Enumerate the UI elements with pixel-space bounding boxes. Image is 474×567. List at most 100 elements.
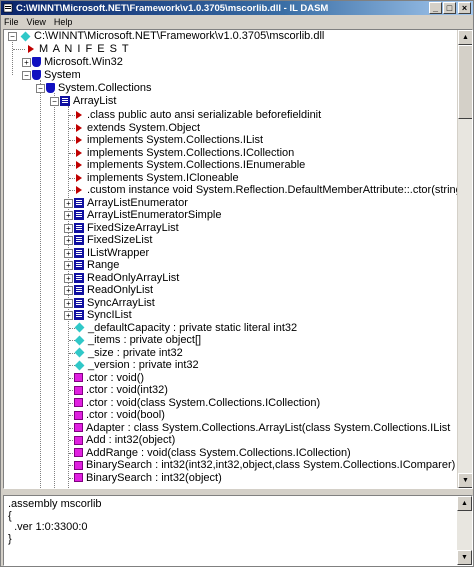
tree-node-method[interactable]: .ctor : void(int32)	[74, 384, 168, 397]
tree-node-class-info[interactable]: extends System.Object	[74, 122, 200, 135]
tree-node-method[interactable]: BinarySearch : int32(int32,int32,object,…	[74, 459, 455, 472]
tree-node-method[interactable]: .ctor : void()	[74, 372, 144, 385]
collapse-toggle[interactable]: −	[22, 71, 31, 80]
tree-node-label: _version : private int32	[88, 359, 199, 372]
class-icon	[74, 210, 84, 221]
maximize-button[interactable]: □	[443, 2, 456, 14]
info-scroll-down-button[interactable]: ▼	[457, 550, 472, 565]
tree-node-nested-class[interactable]: FixedSizeList	[74, 234, 152, 247]
expand-toggle[interactable]: +	[64, 198, 73, 208]
method-icon	[74, 385, 83, 395]
info-vertical-scrollbar[interactable]: ▲ ▼	[457, 496, 472, 565]
tree-node-class-info[interactable]: implements System.Collections.IList	[74, 134, 263, 147]
collapse-toggle[interactable]: −	[8, 32, 17, 41]
tree-node-nested-class[interactable]: SyncIList	[74, 309, 132, 322]
info-line: .ver 1:0:3300:0	[8, 521, 88, 533]
collapse-toggle[interactable]: −	[36, 84, 45, 93]
expand-toggle[interactable]: +	[64, 223, 73, 233]
tree-node-nested-class[interactable]: ReadOnlyList	[74, 284, 153, 297]
window-title: C:\WINNT\Microsoft.NET\Framework\v1.0.37…	[16, 2, 329, 14]
method-icon	[74, 435, 83, 445]
tree-node-microsoft-win32[interactable]: Microsoft.Win32	[32, 56, 123, 69]
tree-node-class-info[interactable]: implements System.Collections.ICollectio…	[74, 147, 294, 160]
manifest-icon	[28, 45, 34, 54]
tree-node-class-info[interactable]: .custom instance void System.Reflection.…	[74, 184, 458, 197]
tree-line	[54, 93, 55, 488]
tree-vertical-scrollbar[interactable]: ▲ ▼	[457, 30, 472, 488]
expand-toggle[interactable]: +	[64, 236, 73, 245]
info-pane[interactable]: .assembly mscorlib{ .ver 1:0:3300:0} ▲ ▼	[3, 495, 473, 566]
menu-file[interactable]: File	[4, 17, 19, 27]
tree-node-field[interactable]: _size : private int32	[74, 347, 183, 360]
tree-node-label: _items : private object[]	[88, 334, 202, 347]
tree-node-method[interactable]: Adapter : class System.Collections.Array…	[74, 422, 450, 435]
tree-node-system-collections[interactable]: System.Collections	[46, 82, 152, 95]
tree-line	[68, 106, 69, 488]
field-icon	[74, 347, 85, 358]
tree-node-label: extends System.Object	[87, 121, 201, 134]
tree-node-nested-class[interactable]: SyncArrayList	[74, 297, 155, 310]
expand-toggle[interactable]: +	[22, 58, 31, 67]
tree-node-nested-class[interactable]: ArrayListEnumerator	[74, 197, 188, 210]
app-icon	[3, 3, 13, 13]
tree-content: − C:\WINNT\Microsoft.NET\Framework\v1.0.…	[4, 30, 458, 488]
info-line: .assembly mscorlib	[8, 498, 102, 510]
tree-node-nested-class[interactable]: FixedSizeArrayList	[74, 222, 179, 235]
expand-toggle[interactable]: +	[64, 273, 73, 283]
tree-node-nested-class[interactable]: ArrayListEnumeratorSimple	[74, 209, 222, 222]
tree-node-nested-class[interactable]: Range	[74, 259, 119, 272]
menu-view[interactable]: View	[27, 17, 46, 27]
namespace-icon	[32, 57, 41, 68]
expand-toggle[interactable]: +	[64, 286, 73, 295]
tree-node-method[interactable]: BinarySearch : int32(object)	[74, 472, 222, 485]
tree-node-root[interactable]: C:\WINNT\Microsoft.NET\Framework\v1.0.37…	[20, 30, 324, 43]
tree-node-method[interactable]: AddRange : void(class System.Collections…	[74, 447, 351, 460]
minimize-button[interactable]: _	[429, 2, 442, 14]
tree-node-label: implements System.Collections.IList	[87, 134, 264, 147]
method-icon	[74, 460, 83, 470]
close-button[interactable]: ×	[458, 2, 471, 14]
tree-node-label: Adapter : class System.Collections.Array…	[86, 421, 451, 434]
class-icon	[74, 197, 84, 208]
scroll-up-button[interactable]: ▲	[458, 30, 472, 45]
tree-node-method[interactable]: .ctor : void(bool)	[74, 409, 165, 422]
info-scroll-up-button[interactable]: ▲	[457, 496, 472, 511]
expand-toggle[interactable]: +	[64, 211, 73, 220]
tree-node-label: IListWrapper	[87, 246, 150, 259]
expand-toggle[interactable]: +	[64, 261, 73, 270]
expand-toggle[interactable]: +	[64, 298, 73, 308]
expand-toggle[interactable]: +	[64, 311, 73, 320]
tree-node-field[interactable]: _items : private object[]	[74, 334, 201, 347]
title-bar[interactable]: C:\WINNT\Microsoft.NET\Framework\v1.0.37…	[1, 1, 473, 15]
tree-node-field[interactable]: _version : private int32	[74, 359, 199, 372]
menu-bar: File View Help	[1, 15, 473, 28]
tree-node-nested-class[interactable]: IListWrapper	[74, 247, 149, 260]
tree-node-class-info[interactable]: implements System.Collections.IEnumerabl…	[74, 159, 305, 172]
tree-node-class-info[interactable]: implements System.ICloneable	[74, 172, 239, 185]
method-icon	[74, 373, 83, 383]
tree-view[interactable]: − C:\WINNT\Microsoft.NET\Framework\v1.0.…	[3, 29, 473, 489]
tree-node-field[interactable]: _defaultCapacity : private static litera…	[74, 322, 297, 335]
tree-node-method[interactable]: .ctor : void(class System.Collections.IC…	[74, 397, 320, 410]
tree-node-label: .ctor : void()	[86, 371, 145, 384]
tree-node-method[interactable]: Add : int32(object)	[74, 434, 175, 447]
collapse-toggle[interactable]: −	[50, 97, 59, 106]
ildasm-window: C:\WINNT\Microsoft.NET\Framework\v1.0.37…	[0, 0, 474, 567]
tree-node-manifest[interactable]: M A N I F E S T	[26, 43, 130, 56]
declaration-icon	[76, 123, 82, 132]
field-icon	[74, 360, 85, 371]
menu-help[interactable]: Help	[54, 17, 73, 27]
class-icon	[74, 260, 84, 271]
tree-line	[40, 80, 41, 488]
tree-node-label: Range	[87, 259, 120, 272]
expand-toggle[interactable]: +	[64, 248, 73, 258]
tree-node-label: ArrayListEnumerator	[87, 196, 188, 209]
scroll-thumb[interactable]	[458, 45, 472, 119]
tree-node-label: FixedSizeArrayList	[87, 221, 179, 234]
scroll-down-button[interactable]: ▼	[458, 473, 472, 488]
tree-node-label: implements System.Collections.ICollectio…	[87, 146, 295, 159]
tree-node-nested-class[interactable]: ReadOnlyArrayList	[74, 272, 179, 285]
tree-node-label: _size : private int32	[88, 346, 183, 359]
field-icon	[74, 335, 85, 346]
tree-node-class-info[interactable]: .class public auto ansi serializable bef…	[74, 109, 321, 122]
